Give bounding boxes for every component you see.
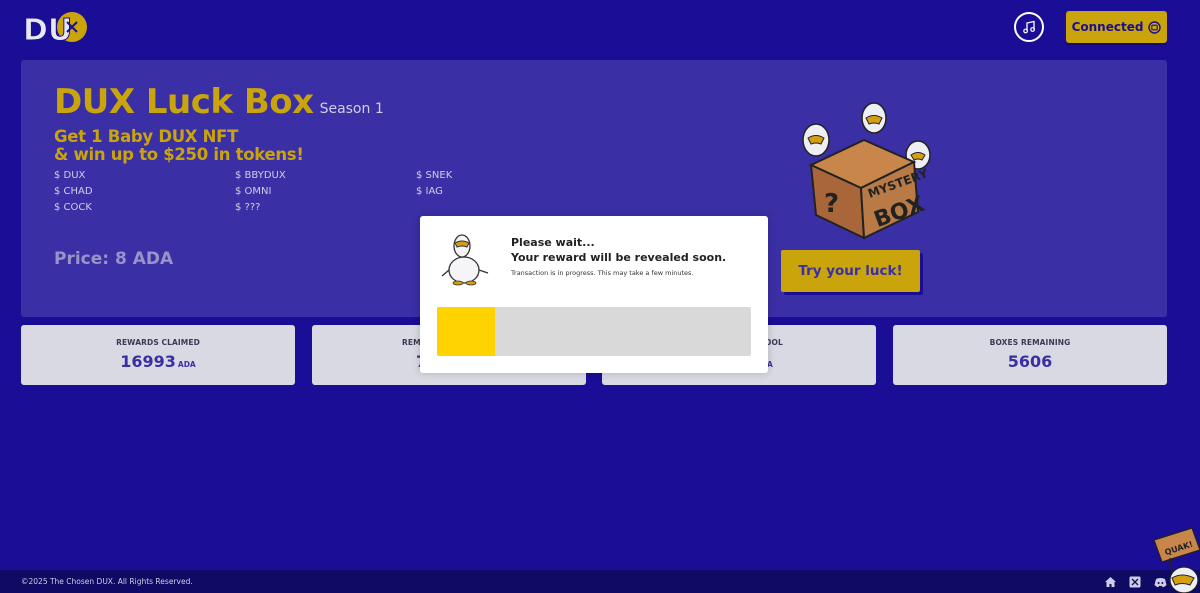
token-item: $ DUX	[54, 170, 86, 181]
dux-logo-icon: DU	[23, 12, 87, 49]
promo-line-1: Get 1 Baby DUX NFT	[54, 127, 239, 146]
home-link[interactable]	[1103, 575, 1117, 589]
progress-fill	[437, 307, 496, 356]
promo-line-2: & win up to $250 in tokens!	[54, 145, 304, 164]
reveal-wait-modal: Please wait... Your reward will be revea…	[420, 216, 768, 373]
music-toggle-button[interactable]	[1014, 12, 1044, 42]
page-title: DUX Luck Box	[54, 82, 314, 122]
stat-label: REWARDS CLAIMED	[116, 338, 200, 347]
price-label: Price: 8 ADA	[54, 249, 174, 269]
quak-mascot-icon[interactable]: QUAK!	[1150, 528, 1200, 593]
promo-subtitle: Get 1 Baby DUX NFT & win up to $250 in t…	[54, 128, 304, 164]
season-label: Season 1	[319, 101, 384, 117]
token-item: $ BBYDUX	[235, 170, 286, 181]
svg-text:?: ?	[824, 189, 839, 219]
x-link[interactable]	[1128, 575, 1142, 589]
token-item: $ CHAD	[54, 186, 93, 197]
progress-bar	[437, 307, 751, 356]
modal-note: Transaction is in progress. This may tak…	[511, 269, 694, 277]
home-icon	[1104, 577, 1116, 587]
wallet-icon	[1148, 20, 1162, 34]
connect-label: Connected	[1071, 20, 1144, 34]
stat-value: A	[765, 352, 876, 371]
token-item: $ COCK	[54, 202, 92, 213]
connect-wallet-button[interactable]: Connected	[1066, 11, 1167, 43]
token-list: $ DUX $ BBYDUX $ SNEK $ CHAD $ OMNI $ IA…	[54, 170, 597, 213]
try-luck-button[interactable]: Try your luck!	[781, 250, 920, 292]
stat-card-rewards-claimed: REWARDS CLAIMED 16993 ADA	[21, 325, 295, 385]
footer: ©2025 The Chosen DUX. All Rights Reserve…	[0, 570, 1200, 593]
title-row: DUX Luck Box Season 1	[54, 82, 384, 122]
copyright-text: ©2025 The Chosen DUX. All Rights Reserve…	[21, 577, 193, 586]
music-note-icon	[1023, 20, 1036, 34]
stat-number: 5606	[1007, 352, 1053, 371]
token-item: $ OMNI	[235, 186, 272, 197]
token-item: $ ???	[235, 202, 261, 213]
stat-label: BOXES REMAINING	[989, 338, 1071, 347]
modal-subheading: Your reward will be revealed soon.	[511, 251, 727, 264]
stat-label: OOL	[765, 338, 783, 347]
stat-value: 16993 ADA	[21, 352, 295, 371]
mystery-box-icon: ? MYSTERY BOX	[802, 102, 931, 240]
token-item: $ SNEK	[416, 170, 453, 181]
stat-number: 16993	[120, 352, 176, 371]
svg-text:DU: DU	[23, 13, 72, 44]
dux-logo[interactable]: DU	[22, 10, 88, 49]
x-icon	[1129, 576, 1141, 588]
duck-icon	[441, 234, 489, 286]
modal-heading: Please wait...	[511, 236, 595, 249]
stat-card-boxes-remaining: BOXES REMAINING 5606	[893, 325, 1167, 385]
stat-unit: ADA	[177, 360, 196, 369]
modal-text: Please wait... Your reward will be revea…	[511, 236, 756, 277]
stat-value: 5606	[893, 352, 1167, 371]
token-item: $ IAG	[416, 186, 443, 197]
